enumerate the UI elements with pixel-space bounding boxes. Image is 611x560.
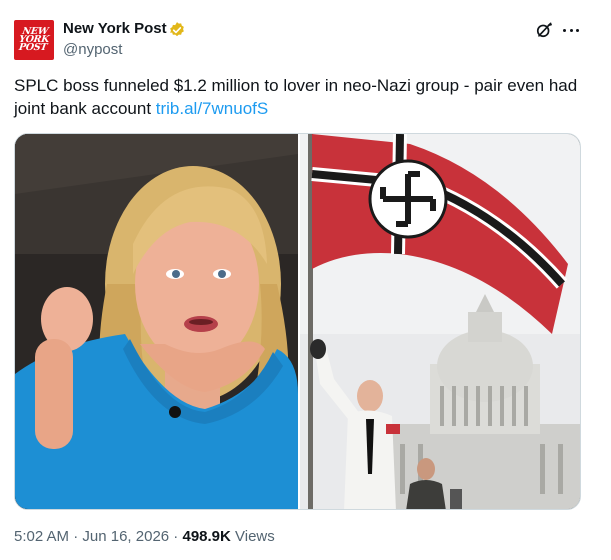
avatar-text-line: POST bbox=[18, 42, 48, 53]
views-label: Views bbox=[230, 528, 275, 545]
tweet-time[interactable]: 5:02 AM bbox=[14, 528, 69, 545]
tweet-body: SPLC boss funneled $1.2 million to lover… bbox=[14, 76, 578, 118]
meta-separator: · bbox=[169, 528, 183, 545]
tweet-date[interactable]: Jun 16, 2026 bbox=[82, 528, 169, 545]
tweet-meta: 5:02 AM · Jun 16, 2026 · 498.9K Views bbox=[14, 528, 275, 545]
tweet-text: SPLC boss funneled $1.2 million to lover… bbox=[14, 74, 589, 120]
display-name[interactable]: New York Post bbox=[63, 20, 167, 37]
media-grid[interactable] bbox=[14, 133, 581, 510]
meta-separator: · bbox=[69, 528, 83, 545]
tweet-card: NEW YORK POST New York Post @nypost SPLC… bbox=[0, 0, 611, 560]
tweet-link[interactable]: trib.al/7wnuofS bbox=[156, 99, 268, 118]
gold-verified-icon bbox=[170, 22, 184, 37]
woman-portrait-photo[interactable] bbox=[15, 134, 298, 509]
flag-capitol-photo[interactable] bbox=[300, 134, 580, 509]
avatar[interactable]: NEW YORK POST bbox=[14, 20, 54, 60]
grok-icon[interactable] bbox=[534, 20, 554, 40]
more-options-icon[interactable] bbox=[561, 20, 581, 40]
handle[interactable]: @nypost bbox=[63, 41, 122, 58]
views-count: 498.9K bbox=[182, 528, 231, 545]
